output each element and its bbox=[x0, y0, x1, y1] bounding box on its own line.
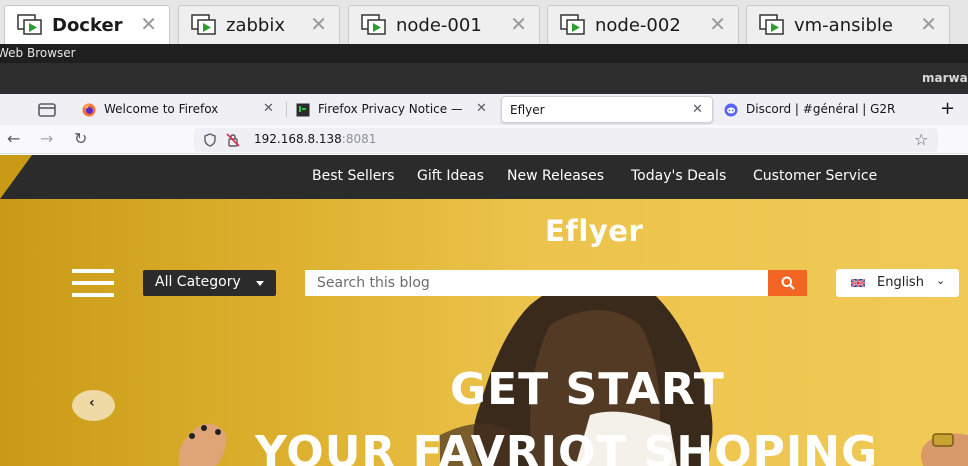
browser-tab-label: Firefox Privacy Notice — bbox=[318, 102, 462, 116]
insecure-lock-icon[interactable] bbox=[226, 133, 240, 147]
hamburger-menu-icon[interactable] bbox=[72, 269, 114, 297]
close-icon[interactable]: ✕ bbox=[920, 14, 937, 34]
tab-list-icon[interactable] bbox=[36, 101, 58, 119]
hand-image bbox=[178, 423, 227, 466]
top-menu-bar: Best Sellers Gift Ideas New Releases Tod… bbox=[0, 155, 968, 199]
menu-gift-ideas[interactable]: Gift Ideas bbox=[417, 168, 484, 184]
search-icon bbox=[781, 276, 795, 290]
browser-tab-strip: Welcome to Firefox ✕ Firefox Privacy Not… bbox=[0, 94, 968, 125]
vm-tab-label: Docker bbox=[52, 15, 123, 36]
app-title: Web Browser bbox=[0, 46, 76, 60]
chevron-left-icon: ‹ bbox=[89, 395, 95, 411]
vm-console-icon bbox=[560, 14, 585, 35]
category-label: All Category bbox=[155, 274, 241, 290]
browser-tab-label: Eflyer bbox=[510, 103, 545, 117]
close-icon[interactable]: ✕ bbox=[263, 101, 274, 116]
vm-tab-zabbix[interactable]: zabbix ✕ bbox=[178, 5, 340, 44]
caret-down-icon bbox=[256, 281, 264, 286]
hero-heading-line-1: GET START bbox=[450, 364, 725, 415]
discord-icon bbox=[724, 103, 738, 117]
vm-tab-strip: Docker ✕ zabbix ✕ node-001 ✕ node-002 ✕ bbox=[0, 0, 968, 44]
back-arrow-icon[interactable]: ← bbox=[7, 130, 20, 148]
chevron-down-icon: ⌄ bbox=[936, 274, 946, 287]
shield-icon[interactable] bbox=[204, 133, 216, 147]
firefox-icon bbox=[82, 103, 96, 117]
vm-console-icon bbox=[191, 14, 216, 35]
terminal-icon bbox=[296, 103, 310, 117]
search-input[interactable] bbox=[305, 270, 768, 296]
new-tab-button[interactable]: + bbox=[940, 98, 955, 119]
vm-tab-docker[interactable]: Docker ✕ bbox=[4, 5, 170, 44]
bookmark-star-icon[interactable]: ☆ bbox=[914, 130, 928, 149]
close-icon[interactable]: ✕ bbox=[709, 14, 726, 34]
url-host: 192.168.8.138 bbox=[254, 132, 342, 146]
vm-console-icon bbox=[17, 14, 42, 35]
url-port: :8081 bbox=[341, 132, 377, 146]
vm-tab-label: zabbix bbox=[226, 15, 285, 36]
app-title-bar: Web Browser bbox=[0, 44, 968, 63]
search-button[interactable] bbox=[768, 270, 807, 296]
all-category-dropdown[interactable]: All Category bbox=[143, 270, 276, 296]
close-icon[interactable]: ✕ bbox=[310, 14, 327, 34]
vm-tab-node-002[interactable]: node-002 ✕ bbox=[547, 5, 739, 44]
slider-prev-button[interactable]: ‹ bbox=[72, 390, 115, 421]
vm-tab-label: node-001 bbox=[396, 15, 482, 36]
browser-tab-discord[interactable]: Discord | #général | G2R bbox=[716, 96, 934, 123]
uk-flag-icon bbox=[851, 279, 865, 287]
browser-tab-eflyer[interactable]: Eflyer ✕ bbox=[501, 96, 713, 123]
language-dropdown[interactable]: English ⌄ bbox=[836, 269, 959, 297]
menu-new-releases[interactable]: New Releases bbox=[507, 168, 604, 184]
vm-tab-node-001[interactable]: node-001 ✕ bbox=[348, 5, 540, 44]
close-icon[interactable]: ✕ bbox=[692, 102, 703, 117]
desktop-panel: marwa bbox=[0, 63, 968, 94]
close-icon[interactable]: ✕ bbox=[140, 14, 157, 34]
menu-best-sellers[interactable]: Best Sellers bbox=[312, 168, 394, 184]
browser-tab-label: Welcome to Firefox bbox=[104, 102, 219, 116]
browser-tab-label: Discord | #général | G2R bbox=[746, 102, 896, 116]
menu-todays-deals[interactable]: Today's Deals bbox=[631, 168, 726, 184]
vm-tab-label: node-002 bbox=[595, 15, 681, 36]
forward-arrow-icon[interactable]: → bbox=[40, 130, 53, 148]
vm-tab-vm-ansible[interactable]: vm-ansible ✕ bbox=[746, 5, 950, 44]
menu-corner-accent bbox=[0, 155, 32, 199]
browser-tab-privacy[interactable]: Firefox Privacy Notice — ✕ bbox=[288, 96, 498, 123]
menu-customer-service[interactable]: Customer Service bbox=[753, 168, 877, 184]
vm-console-icon bbox=[759, 14, 784, 35]
vm-tab-label: vm-ansible bbox=[794, 15, 893, 36]
navigation-bar: ← → ↻ 192.168.8.138:8081 ☆ bbox=[0, 125, 968, 154]
vm-console-icon bbox=[361, 14, 386, 35]
panel-username[interactable]: marwa bbox=[922, 71, 968, 85]
browser-tab-welcome[interactable]: Welcome to Firefox ✕ bbox=[74, 96, 284, 123]
site-logo[interactable]: Eflyer bbox=[545, 214, 643, 248]
language-label: English bbox=[877, 275, 924, 290]
hero-heading-line-2: YOUR FAVRIOT SHOPING bbox=[255, 427, 879, 466]
url-text: 192.168.8.138:8081 bbox=[254, 132, 376, 146]
tab-divider bbox=[286, 102, 287, 118]
address-bar[interactable]: 192.168.8.138:8081 ☆ bbox=[194, 128, 938, 152]
hand-with-watch-image bbox=[921, 433, 968, 466]
close-icon[interactable]: ✕ bbox=[510, 14, 527, 34]
close-icon[interactable]: ✕ bbox=[476, 101, 487, 116]
reload-icon[interactable]: ↻ bbox=[74, 130, 87, 148]
eflyer-page: Best Sellers Gift Ideas New Releases Tod… bbox=[0, 155, 968, 466]
